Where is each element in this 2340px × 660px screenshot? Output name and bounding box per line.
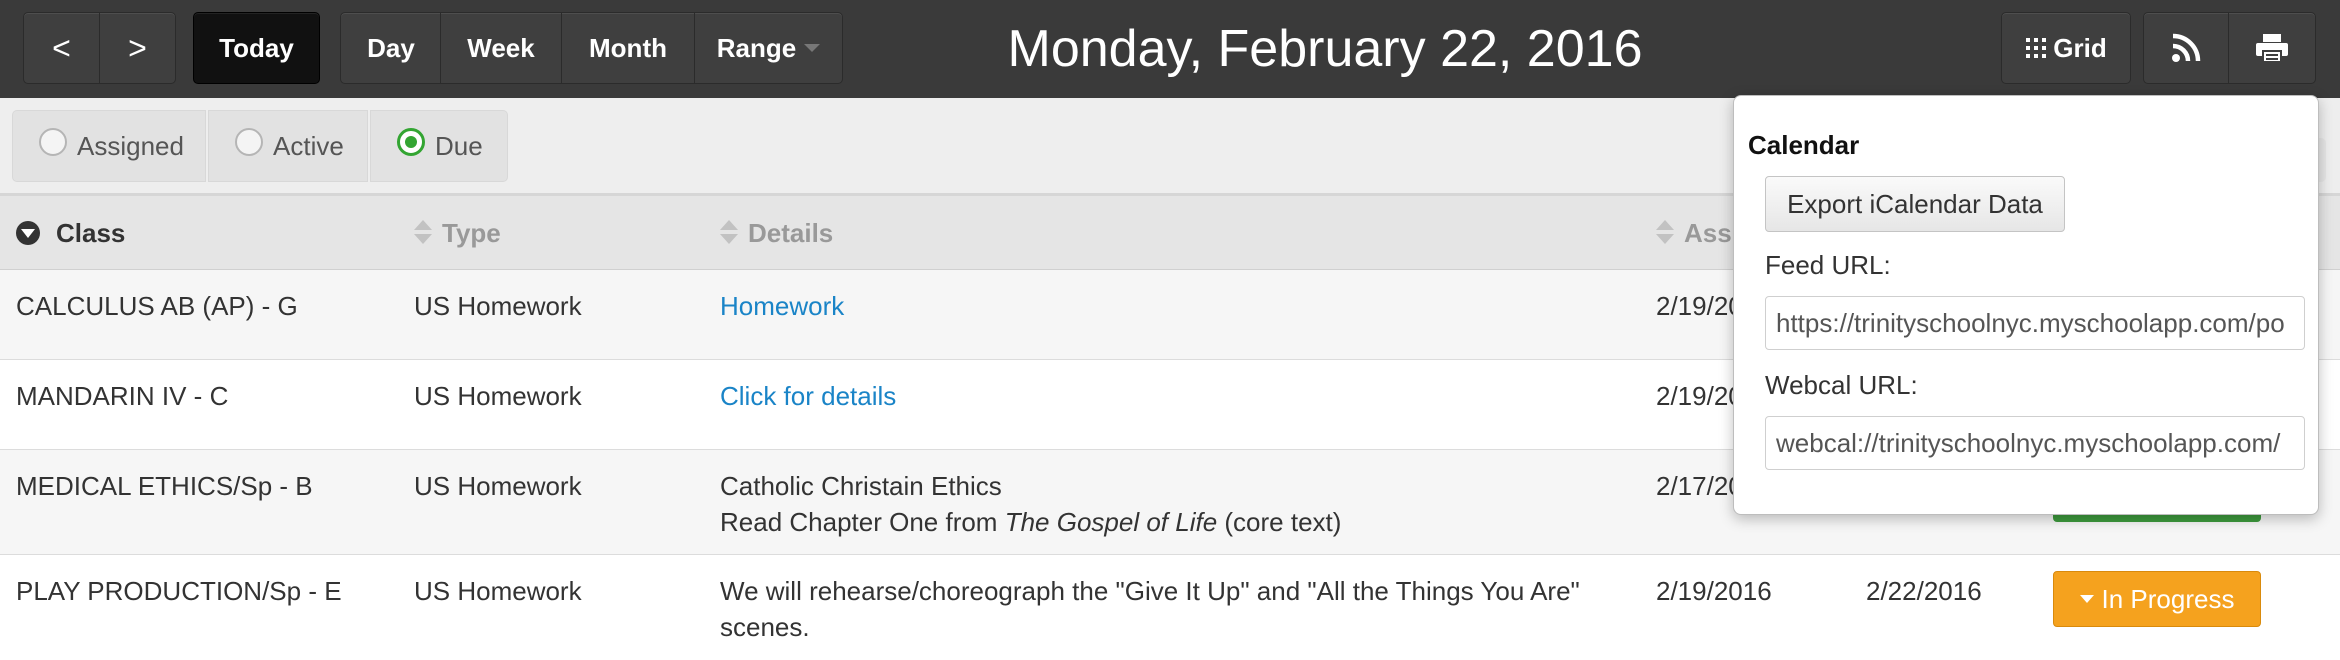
table-row: PLAY PRODUCTION/Sp - E US Homework We wi… [0,555,2340,660]
print-icon [2255,33,2289,63]
rss-icon [2171,33,2201,63]
assigned-date-cell: 2/19/20 [1656,381,1743,411]
details-link[interactable]: Homework [720,288,844,324]
radio-checked-icon [397,128,425,156]
feed-url-field[interactable]: https://trinityschoolnyc.myschoolapp.com… [1765,296,2305,350]
column-header-assigned[interactable]: Assi [1656,196,1739,270]
sort-descending-icon [16,221,40,245]
print-button[interactable] [2228,12,2316,84]
webcal-url-label: Webcal URL: [1765,370,1918,400]
column-header-details[interactable]: Details [720,196,833,270]
type-cell: US Homework [414,381,582,411]
type-cell: US Homework [414,576,582,606]
details-text: Read Chapter One from [720,507,1005,537]
sort-icon [1656,220,1674,246]
column-header-type[interactable]: Type [414,196,501,270]
type-cell: US Homework [414,471,582,501]
class-cell: CALCULUS AB (AP) - G [16,291,298,321]
filter-active[interactable]: Active [208,110,368,182]
chevron-down-icon [804,44,821,52]
book-title: The Gospel of Life [1004,507,1218,537]
grid-label: Grid [2053,32,2107,63]
export-icalendar-button[interactable]: Export iCalendar Data [1765,176,2065,232]
details-line: We will rehearse/choreograph the "Give I… [720,576,1580,606]
rss-feed-button[interactable] [2143,12,2229,84]
filter-due[interactable]: Due [370,110,508,182]
week-button[interactable]: Week [440,12,562,84]
month-button[interactable]: Month [561,12,695,84]
status-label: In Progress [2101,583,2235,614]
sort-icon [414,220,432,246]
details-text: (core text) [1217,507,1342,537]
next-button[interactable]: > [99,12,176,84]
due-date-cell: 2/22/2016 [1866,576,1982,606]
top-toolbar: < > Today Day Week Month Range Monday, F… [0,0,2340,99]
assigned-date-cell: 2/17/20 [1656,471,1743,501]
range-dropdown[interactable]: Range [694,12,843,84]
calendar-popover: Calendar Export iCalendar Data Feed URL:… [1733,95,2319,515]
radio-unchecked-icon [235,128,263,156]
assigned-date-cell: 2/19/20 [1656,291,1743,321]
column-label: Class [56,217,126,248]
radio-unchecked-icon [39,128,67,156]
previous-button[interactable]: < [23,12,100,84]
chevron-down-icon [2079,595,2094,603]
column-label: Details [748,217,834,248]
class-cell: PLAY PRODUCTION/Sp - E [16,576,342,606]
filter-label: Active [273,130,344,161]
class-cell: MEDICAL ETHICS/Sp - B [16,471,313,501]
column-header-class[interactable]: Class [16,196,125,270]
filter-label: Due [435,130,483,161]
assigned-date-cell: 2/19/2016 [1656,576,1772,606]
details-line: scenes. [720,612,810,642]
range-label: Range [716,32,797,63]
today-button[interactable]: Today [193,12,320,84]
grid-icon [2025,37,2047,59]
details-link[interactable]: Click for details [720,378,896,414]
class-cell: MANDARIN IV - C [16,381,229,411]
column-label: Type [442,217,501,248]
popover-title: Calendar [1748,130,1860,160]
day-label: Day [367,32,415,63]
status-dropdown[interactable]: In Progress [2053,571,2261,627]
details-line: Catholic Christain Ethics [720,471,1002,501]
column-label: Assi [1684,217,1739,248]
filter-assigned[interactable]: Assigned [12,110,206,182]
filter-label: Assigned [77,130,184,161]
type-cell: US Homework [414,291,582,321]
details-cell: We will rehearse/choreograph the "Give I… [720,573,1580,645]
webcal-url-field[interactable]: webcal://trinityschoolnyc.myschoolapp.co… [1765,416,2305,470]
page-title: Monday, February 22, 2016 [1007,20,1643,78]
details-cell: Catholic Christain Ethics Read Chapter O… [720,468,1341,540]
grid-view-button[interactable]: Grid [2001,12,2131,84]
sort-icon [720,220,738,246]
details-line: Read Chapter One from The Gospel of Life… [720,504,1341,540]
feed-url-label: Feed URL: [1765,250,1891,280]
